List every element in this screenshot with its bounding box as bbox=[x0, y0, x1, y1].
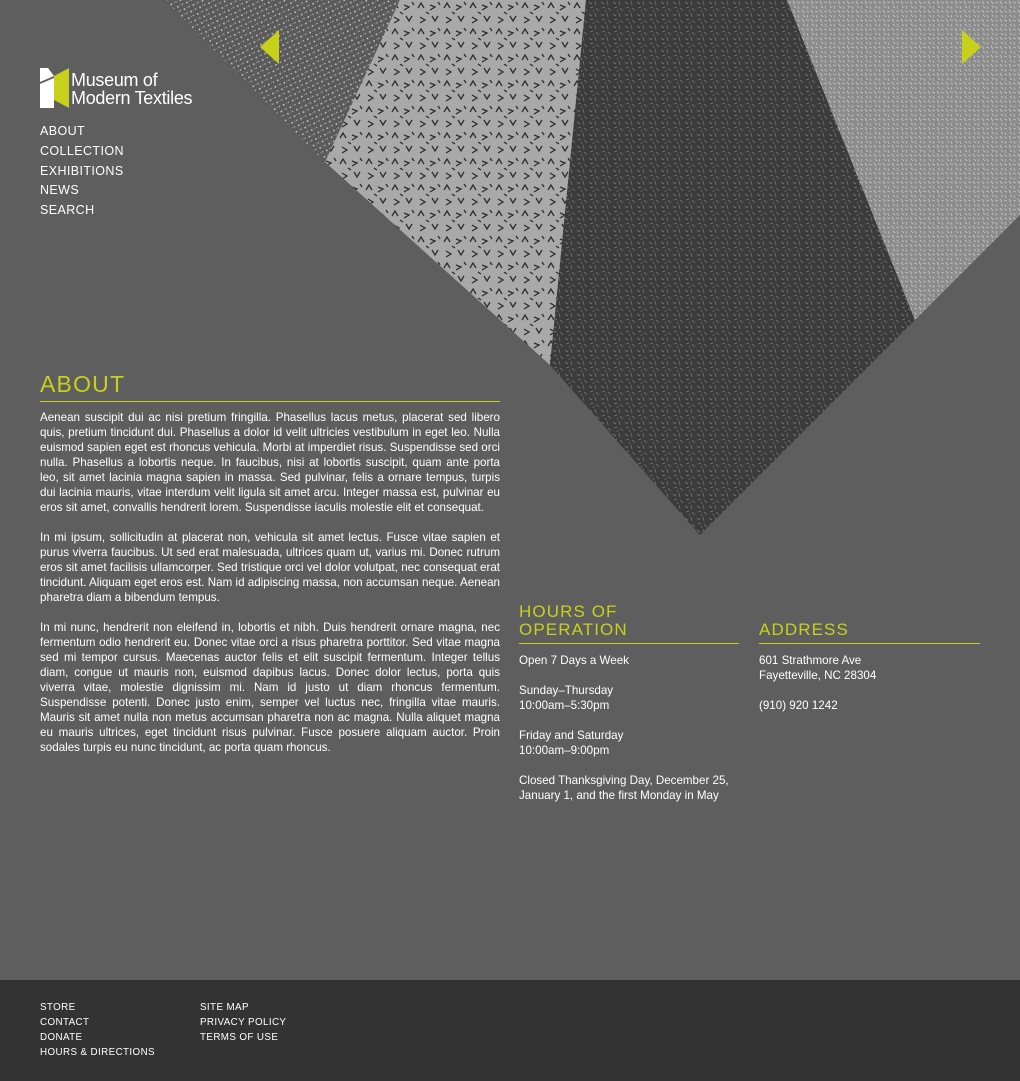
hours-weekday: Sunday–Thursday 10:00am–5:30pm bbox=[519, 683, 739, 713]
hours-title-line-1: HOURS OF bbox=[519, 602, 618, 621]
nav-item-news[interactable]: NEWS bbox=[40, 181, 124, 201]
about-divider bbox=[40, 401, 500, 402]
hours-weekend-time: 10:00am–9:00pm bbox=[519, 744, 610, 757]
footer-link-donate[interactable]: DONATE bbox=[40, 1030, 155, 1045]
hours-title: HOURS OF OPERATION bbox=[519, 603, 739, 639]
hours-section: HOURS OF OPERATION Open 7 Days a Week Su… bbox=[519, 603, 739, 818]
triangle-right-icon bbox=[962, 30, 981, 64]
nav-item-collection[interactable]: COLLECTION bbox=[40, 142, 124, 162]
address-title: ADDRESS bbox=[759, 620, 849, 639]
logo-mark-icon bbox=[40, 68, 69, 108]
footer-link-hours-directions[interactable]: HOURS & DIRECTIONS bbox=[40, 1045, 155, 1060]
about-title: ABOUT bbox=[40, 371, 126, 397]
hours-weekday-time: 10:00am–5:30pm bbox=[519, 699, 610, 712]
hours-title-line-2: OPERATION bbox=[519, 620, 628, 639]
carousel-next-button[interactable] bbox=[961, 30, 981, 64]
footer-link-site-map[interactable]: SITE MAP bbox=[200, 1000, 286, 1015]
nav-item-exhibitions[interactable]: EXHIBITIONS bbox=[40, 162, 124, 182]
logo-line-2: Modern Textiles bbox=[71, 88, 193, 108]
footer-column-1: STORE CONTACT DONATE HOURS & DIRECTIONS bbox=[40, 1000, 155, 1060]
main-nav: ABOUT COLLECTION EXHIBITIONS NEWS SEARCH bbox=[40, 122, 124, 221]
address-city: Fayetteville, NC 28304 bbox=[759, 669, 877, 682]
address-phone[interactable]: (910) 920 1242 bbox=[759, 698, 980, 713]
hours-closed-note: Closed Thanksgiving Day, December 25, Ja… bbox=[519, 774, 729, 802]
carousel-prev-button[interactable] bbox=[260, 30, 280, 64]
hours-divider bbox=[519, 643, 739, 644]
footer-link-store[interactable]: STORE bbox=[40, 1000, 155, 1015]
about-paragraph-3: In mi nunc, hendrerit non eleifend in, l… bbox=[40, 621, 500, 754]
hours-open-days: Open 7 Days a Week bbox=[519, 654, 629, 667]
logo-line-1: Museum of bbox=[71, 70, 158, 90]
hours-weekend-label: Friday and Saturday bbox=[519, 729, 624, 742]
footer-column-2: SITE MAP PRIVACY POLICY TERMS OF USE bbox=[200, 1000, 286, 1045]
about-paragraph-1: Aenean suscipit dui ac nisi pretium frin… bbox=[40, 411, 500, 514]
address-street: 601 Strathmore Ave bbox=[759, 654, 862, 667]
footer-link-contact[interactable]: CONTACT bbox=[40, 1015, 155, 1030]
footer-link-terms-of-use[interactable]: TERMS OF USE bbox=[200, 1030, 286, 1045]
logo-wordmark: Museum of Modern Textiles bbox=[71, 68, 193, 108]
footer-link-privacy-policy[interactable]: PRIVACY POLICY bbox=[200, 1015, 286, 1030]
address-lines: 601 Strathmore Ave Fayetteville, NC 2830… bbox=[759, 653, 980, 683]
address-divider bbox=[759, 643, 980, 644]
nav-item-search[interactable]: SEARCH bbox=[40, 201, 124, 221]
museum-logo[interactable]: Museum of Modern Textiles bbox=[40, 68, 193, 110]
site-footer: STORE CONTACT DONATE HOURS & DIRECTIONS … bbox=[0, 980, 1020, 1081]
about-section: ABOUT Aenean suscipit dui ac nisi pretiu… bbox=[40, 371, 500, 770]
nav-item-about[interactable]: ABOUT bbox=[40, 122, 124, 142]
hours-weekday-label: Sunday–Thursday bbox=[519, 684, 614, 697]
triangle-left-icon bbox=[260, 30, 279, 64]
address-section: ADDRESS 601 Strathmore Ave Fayetteville,… bbox=[759, 603, 980, 728]
about-paragraph-2: In mi ipsum, sollicitudin at placerat no… bbox=[40, 531, 500, 604]
hours-weekend: Friday and Saturday 10:00am–9:00pm bbox=[519, 728, 739, 758]
